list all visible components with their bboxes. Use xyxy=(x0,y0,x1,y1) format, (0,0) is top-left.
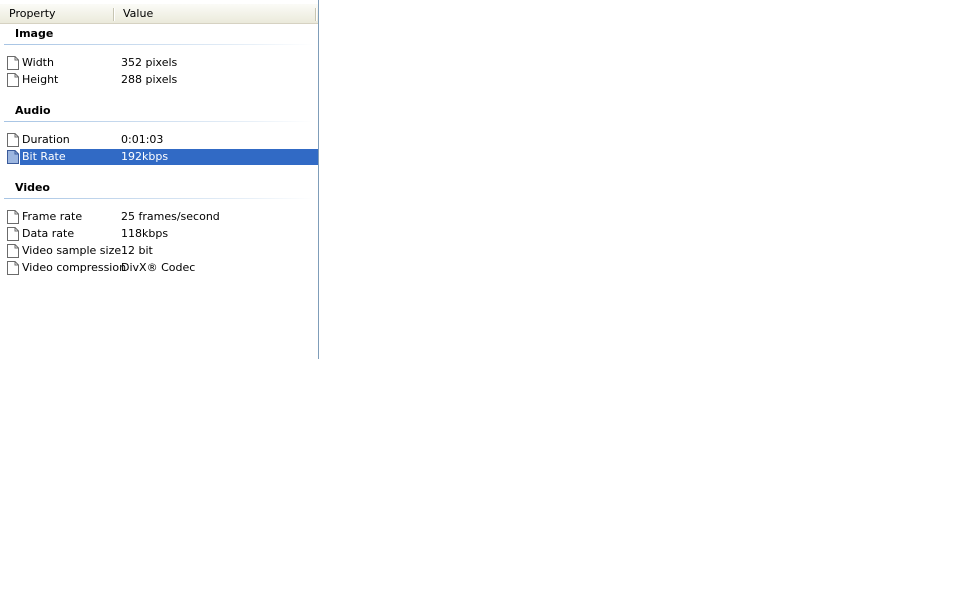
property-row-height[interactable]: Height 288 pixels xyxy=(0,72,318,88)
property-name: Bit Rate xyxy=(22,150,66,163)
property-name: Video sample size xyxy=(22,244,122,257)
document-icon xyxy=(7,73,19,87)
property-name: Data rate xyxy=(22,227,75,240)
group-audio[interactable]: Audio xyxy=(0,102,318,122)
property-value: 192kbps xyxy=(121,150,169,163)
property-row-duration[interactable]: Duration 0:01:03 xyxy=(0,132,318,148)
group-title: Video xyxy=(15,181,50,194)
property-name: Duration xyxy=(22,133,70,146)
document-icon xyxy=(7,150,19,164)
property-row-frame-rate[interactable]: Frame rate 25 frames/second xyxy=(0,209,318,225)
property-row-video-sample-size[interactable]: Video sample size 12 bit xyxy=(0,243,318,259)
property-name: Width xyxy=(22,56,54,69)
document-icon xyxy=(7,210,19,224)
property-row-data-rate[interactable]: Data rate 118kbps xyxy=(0,226,318,242)
group-image[interactable]: Image xyxy=(0,25,318,45)
property-value: 352 pixels xyxy=(121,56,178,69)
document-icon xyxy=(7,56,19,70)
document-icon xyxy=(7,261,19,275)
property-value: DivX® Codec xyxy=(121,261,196,274)
column-header-property[interactable]: Property xyxy=(0,4,114,23)
group-divider xyxy=(4,44,314,45)
column-divider[interactable] xyxy=(315,8,317,21)
property-value: 25 frames/second xyxy=(121,210,220,223)
property-value: 12 bit xyxy=(121,244,153,257)
group-title: Audio xyxy=(15,104,51,117)
property-row-video-compression[interactable]: Video compression DivX® Codec xyxy=(0,260,318,276)
group-divider xyxy=(4,121,314,122)
group-title: Image xyxy=(15,27,54,40)
column-header: Property Value xyxy=(0,4,318,24)
property-name: Height xyxy=(22,73,59,86)
document-icon xyxy=(7,244,19,258)
document-icon xyxy=(7,133,19,147)
property-row-width[interactable]: Width 352 pixels xyxy=(0,55,318,71)
property-value: 118kbps xyxy=(121,227,169,240)
document-icon xyxy=(7,227,19,241)
group-video[interactable]: Video xyxy=(0,179,318,199)
property-name: Frame rate xyxy=(22,210,83,223)
property-value: 288 pixels xyxy=(121,73,178,86)
property-row-bit-rate[interactable]: Bit Rate 192kbps xyxy=(0,149,318,165)
properties-list[interactable]: Property Value Image Width 352 pixels He… xyxy=(0,0,319,359)
property-name: Video compression xyxy=(22,261,127,274)
group-divider xyxy=(4,198,314,199)
column-header-value[interactable]: Value xyxy=(114,4,316,23)
property-value: 0:01:03 xyxy=(121,133,164,146)
